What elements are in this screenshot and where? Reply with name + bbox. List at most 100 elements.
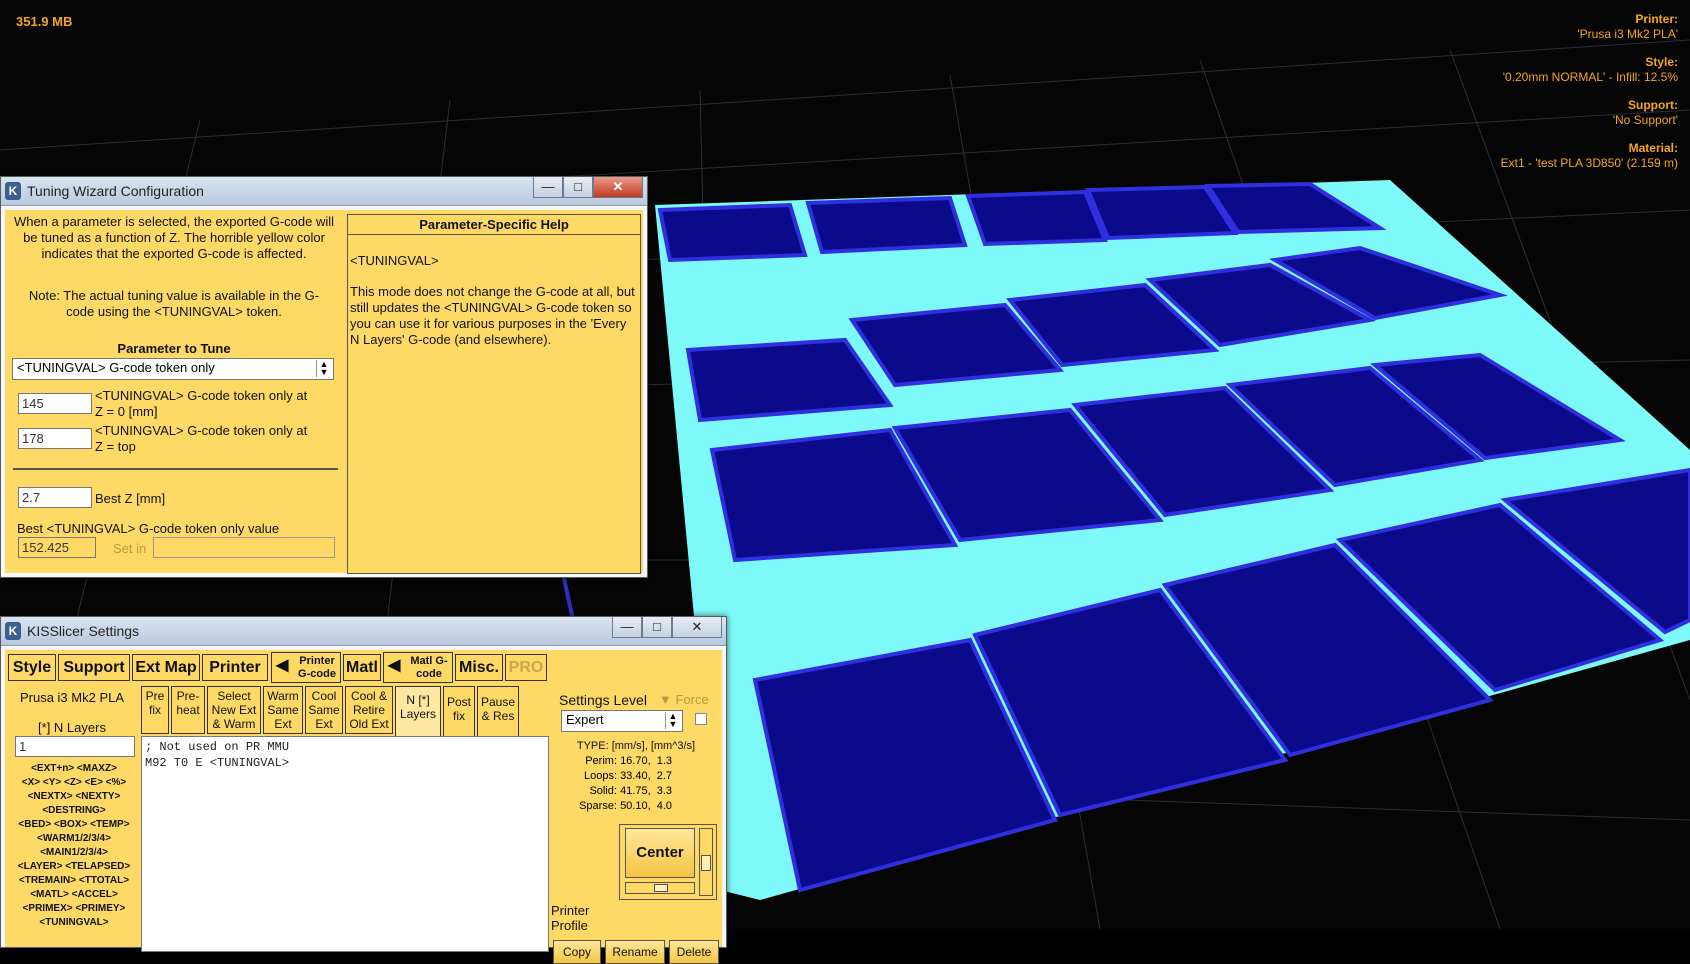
token-item: <DESTRING> [42,805,106,816]
tab-pro[interactable]: PRO [505,654,547,681]
speed-value: 50.10, 4.0 [620,800,673,812]
speed-row: Solid: 41.75, 3.3 [561,784,711,799]
copy-button[interactable]: Copy [553,940,601,964]
best-value-field [18,537,96,558]
tab-ext-map[interactable]: Ext Map [132,654,200,681]
ztop-label: <TUNINGVAL> G-code token only at Z = top [95,423,308,454]
minimize-icon[interactable]: — [612,617,642,638]
token-item: <X> <Y> <Z> <E> <%> [21,777,127,788]
info-style-label: Style: [1645,55,1678,69]
set-in-label: Set in [113,541,147,556]
speed-table: Perim: 16.70, 1.3 Loops: 33.40, 2.7 Soli… [561,754,711,814]
gcode-editor[interactable]: ; Not used on PR MMU M92 T0 E <TUNINGVAL… [141,736,549,952]
settings-level-label: Settings Level [559,692,647,708]
info-material-value: Ext1 - 'test PLA 3D850' (2.159 m) [1500,156,1678,170]
settings-level-select[interactable]: Expert ▲ ▼ [561,710,683,732]
tab-matl[interactable]: Matl [343,654,381,681]
window-title: KISSlicer Settings [27,623,140,639]
tab-support[interactable]: Support [58,654,130,681]
token-item: <WARM1/2/3/4> [37,833,111,844]
token-item: <BED> <BOX> <TEMP> [18,819,130,830]
token-item: <MATL> <ACCEL> [30,889,118,900]
help-heading: Parameter-Specific Help [348,215,640,235]
gcode-line: M92 T0 E <TUNINGVAL> [145,756,290,770]
help-text: This mode does not change the G-code at … [350,284,635,347]
z0-value-input[interactable] [18,393,92,414]
gcode-subtabs: Pre fix Pre- heat Select New Ext & Warm … [141,686,543,740]
tab-printer[interactable]: Printer [202,654,268,681]
info-material-label: Material: [1628,141,1678,155]
force-label: Force [675,692,709,707]
help-token: <TUNINGVAL> [350,253,439,268]
subtab-cool-retire[interactable]: Cool & Retire Old Ext [345,686,393,734]
info-support-label: Support: [1628,98,1678,112]
minimize-icon[interactable]: — [533,177,563,198]
tab-matl-gcode-label: Matl G-code [410,655,448,680]
speed-row: Loops: 33.40, 2.7 [561,769,711,784]
subtab-pause-res[interactable]: Pause & Res [477,686,519,740]
speed-name: Sparse: [579,800,617,812]
app-icon: K [5,182,21,200]
app-icon: K [5,622,21,640]
subtab-select-new-ext[interactable]: Select New Ext & Warm [207,686,261,734]
select-arrows-icon: ▲ ▼ [665,712,680,729]
subtab-postfix[interactable]: Post fix [443,686,475,740]
speed-value: 33.40, 2.7 [620,770,673,782]
speed-value: 41.75, 3.3 [620,785,673,797]
force-toggle[interactable]: ▼ Force [659,692,709,707]
divider [13,468,338,470]
token-item: <EXT+n> <MAXZ> [31,763,117,774]
center-button[interactable]: Center [625,828,695,878]
subtab-cool-same-ext[interactable]: Cool Same Ext [305,686,343,734]
tuning-wizard-titlebar[interactable]: K Tuning Wizard Configuration — □ ✕ [1,177,647,206]
best-z-label: Best Z [mm] [95,491,166,506]
token-item: <TUNINGVAL> [39,917,109,928]
vertical-slider[interactable] [699,828,713,896]
parameter-heading: Parameter to Tune [117,341,231,356]
best-z-input[interactable] [18,487,92,508]
horizontal-slider[interactable] [625,882,695,894]
subtab-preheat[interactable]: Pre- heat [171,686,205,734]
tab-printer-gcode-label: Printer G-code [298,655,336,680]
parameter-select[interactable]: <TUNINGVAL> G-code token only ▲ ▼ [12,358,334,380]
subtab-n-layers[interactable]: N [*] Layers [395,686,441,740]
info-support-value: 'No Support' [1612,113,1678,127]
parameter-select-value: <TUNINGVAL> G-code token only [17,360,215,375]
subtab-prefix[interactable]: Pre fix [141,686,169,734]
token-item: <MAIN1/2/3/4> [40,847,108,858]
tab-misc[interactable]: Misc. [455,654,503,681]
slider-thumb[interactable] [701,855,711,871]
close-icon[interactable]: ✕ [593,177,643,198]
set-in-field [153,537,335,558]
tab-matl-gcode[interactable]: ◀ Matl G-code [383,652,453,683]
tab-arrow-icon: ◀ [276,657,289,674]
z0-label: <TUNINGVAL> G-code token only at Z = 0 [… [95,388,308,419]
tab-style[interactable]: Style [8,654,56,681]
settings-titlebar[interactable]: K KISSlicer Settings — □ ✕ [1,617,726,646]
maximize-icon[interactable]: □ [563,177,593,198]
speed-row: Sparse: 50.10, 4.0 [561,799,711,814]
speed-name: Solid: [589,785,617,797]
info-printer-label: Printer: [1635,12,1678,26]
token-list: <EXT+n> <MAXZ> <X> <Y> <Z> <E> <%> <NEXT… [5,762,143,930]
n-layers-input[interactable] [15,736,135,757]
speed-name: Perim: [585,755,617,767]
subtab-warm-same-ext[interactable]: Warm Same Ext [263,686,303,734]
slider-thumb[interactable] [654,884,668,892]
speed-type-header: TYPE: [mm/s], [mm^3/s] [576,740,696,752]
tuning-wizard-window: K Tuning Wizard Configuration — □ ✕ When… [0,176,648,578]
ztop-value-input[interactable] [18,428,92,449]
speed-name: Loops: [583,770,617,782]
delete-button[interactable]: Delete [669,940,719,964]
window-title: Tuning Wizard Configuration [27,183,204,199]
rename-button[interactable]: Rename [605,940,665,964]
kisslicer-settings-window: K KISSlicer Settings — □ ✕ Style Support… [0,616,727,964]
close-icon[interactable]: ✕ [672,617,722,638]
tab-arrow-icon: ◀ [388,657,401,674]
maximize-icon[interactable]: □ [642,617,672,638]
gcode-line: ; Not used on PR MMU [145,740,290,754]
tab-printer-gcode[interactable]: ◀ Printer G-code [271,652,341,683]
token-item: <NEXTX> <NEXTY> [27,791,121,802]
force-checkbox[interactable] [695,713,707,725]
token-item: <TREMAIN> <TTOTAL> [18,875,130,886]
